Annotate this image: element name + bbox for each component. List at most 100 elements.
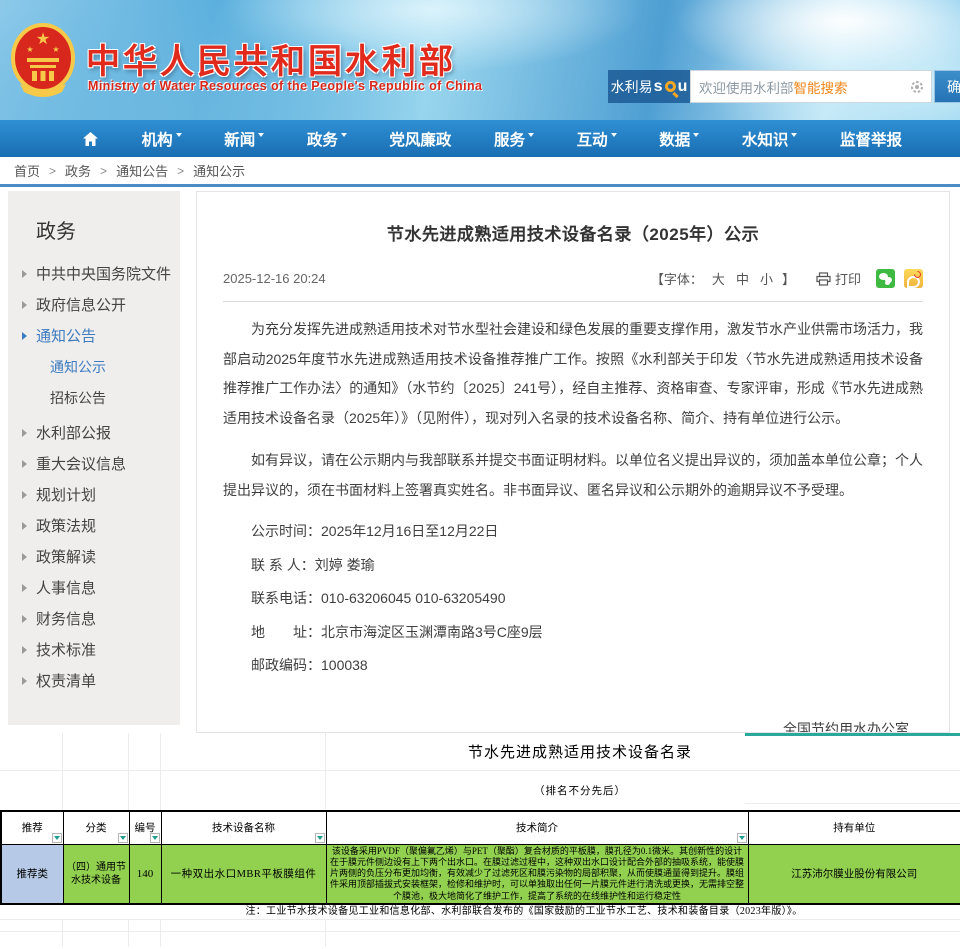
filter-icon[interactable] [118,833,128,843]
filter-icon[interactable] [315,833,325,843]
publish-date: 2025-12-16 20:24 [223,271,326,286]
sidebar-item-info-disclosure[interactable]: 政府信息公开 [8,289,180,320]
attachment-subtitle: （排名不分先后） [0,777,960,807]
triangle-icon [22,677,27,685]
breadcrumb-govaffairs[interactable]: 政务 [65,161,91,180]
contact-phone: 联系电话：010-63206045 010-63205490 [223,584,923,614]
col-header-number: 编号 [129,811,161,844]
filter-icon[interactable] [150,833,160,843]
col-header-recommend: 推荐 [1,811,63,844]
cell-holder: 江苏沛尔膜业股份有限公司 [748,844,960,904]
filter-icon[interactable] [737,833,747,843]
col-header-intro: 技术简介 [326,811,748,844]
nav-item-data[interactable]: 数据 [659,128,699,150]
breadcrumb-announcements[interactable]: 通知公示 [193,161,245,180]
triangle-icon [22,584,27,592]
gear-icon[interactable] [910,80,924,94]
sidebar: 政务 中共中央国务院文件 政府信息公开 通知公告 通知公示 招标公告 水利部公报… [8,191,180,725]
chevron-down-icon [176,133,182,137]
chevron-down-icon [341,133,347,137]
table-header-row: 推荐 分类 编号 技术设备名称 技术简介 持有单位 [1,811,960,844]
cell-intro: 该设备采用PVDF（聚偏氟乙烯）与PET（聚酯）复合材质的平板膜，膜孔径为0.1… [326,844,748,904]
font-size-small[interactable]: 小 [758,269,775,288]
attachment-preview[interactable]: 节水先进成熟适用技术设备名录 （排名不分先后） 推荐 分类 编号 技术设备名称 … [0,733,960,947]
triangle-icon [22,646,27,654]
triangle-icon [22,491,27,499]
svg-text:★: ★ [36,31,50,48]
weibo-share-icon[interactable] [904,269,923,288]
sidebar-item-finance[interactable]: 财务信息 [8,603,180,634]
search-input[interactable]: 欢迎使用水利部 智能搜索 [690,70,932,103]
article-panel: 节水先进成熟适用技术设备名录（2025年）公示 2025-12-16 20:24… [196,191,950,733]
col-header-category: 分类 [63,811,129,844]
font-size-large[interactable]: 大 [710,269,727,288]
triangle-icon [22,522,27,530]
site-banner: ★ ★ ★ 中华人民共和国水利部 Ministry of Water Resou… [0,0,960,120]
search-brand: 水利易 s u [608,70,690,103]
nav-item-party[interactable]: 党风廉政 [389,128,451,150]
font-size-medium[interactable]: 中 [734,269,751,288]
cell-name: 一种双出水口MBR平板膜组件 [161,844,326,904]
sidebar-item-notices[interactable]: 通知公告 [8,320,180,351]
sidebar-title: 政务 [8,205,180,258]
sidebar-item-standards[interactable]: 技术标准 [8,634,180,665]
search-brand-text: 水利易 [611,77,653,97]
sidebar-item-central-docs[interactable]: 中共中央国务院文件 [8,258,180,289]
triangle-icon [22,460,27,468]
breadcrumb: 首页 > 政务 > 通知公告 > 通知公示 [0,157,960,187]
sidebar-subitem-announcements[interactable]: 通知公示 [8,351,180,382]
main-area: 政务 中共中央国务院文件 政府信息公开 通知公告 通知公示 招标公告 水利部公报… [0,187,960,733]
nav-item-knowledge[interactable]: 水知识 [742,128,798,150]
triangle-icon [22,429,27,437]
nav-item-orgs[interactable]: 机构 [142,128,182,150]
col-header-holder: 持有单位 [748,811,960,844]
sidebar-subitem-bidding[interactable]: 招标公告 [8,382,180,413]
nav-home[interactable] [82,131,99,147]
contact-person: 联 系 人：刘婷 娄瑜 [223,551,923,581]
national-emblem-icon: ★ ★ ★ [10,22,76,100]
cell-category: （四）通用节水技术设备 [63,844,129,904]
triangle-icon [22,301,27,309]
triangle-icon [22,615,27,623]
table-row: 推荐类 （四）通用节水技术设备 140 一种双出水口MBR平板膜组件 该设备采用… [1,844,960,904]
sidebar-item-meetings[interactable]: 重大会议信息 [8,448,180,479]
chevron-down-icon [528,133,534,137]
search-submit-button[interactable]: 确定 [934,70,960,103]
filter-icon[interactable] [52,833,62,843]
attachment-note: 注：工业节水技术设备见工业和信息化部、水利部联合发布的《国家鼓励的工业节水工艺、… [0,902,960,917]
sidebar-item-plans[interactable]: 规划计划 [8,479,180,510]
cell-recommend: 推荐类 [1,844,63,904]
sidebar-item-interpretation[interactable]: 政策解读 [8,541,180,572]
article-body: 为充分发挥先进成熟适用技术对节水型社会建设和绿色发展的重要支撑作用，激发节水产业… [223,315,923,733]
attachment-table: 推荐 分类 编号 技术设备名称 技术简介 持有单位 推荐类 （四）通用节水技术设… [0,810,960,905]
signature-office: 全国节约用水办公室 [223,713,909,734]
sidebar-item-policies[interactable]: 政策法规 [8,510,180,541]
contact-address: 地 址：北京市海淀区玉渊潭南路3号C座9层 [223,618,923,648]
wechat-share-icon[interactable] [876,269,895,288]
print-button[interactable]: 打印 [816,269,861,288]
nav-item-govaffairs[interactable]: 政务 [307,128,347,150]
breadcrumb-notices[interactable]: 通知公告 [116,161,168,180]
sidebar-item-personnel[interactable]: 人事信息 [8,572,180,603]
chevron-down-icon [791,133,797,137]
triangle-icon [22,553,27,561]
breadcrumb-home[interactable]: 首页 [14,161,40,180]
nav-item-services[interactable]: 服务 [494,128,534,150]
page-title: 节水先进成熟适用技术设备名录（2025年）公示 [223,220,923,245]
cell-number: 140 [129,844,161,904]
attachment-title: 节水先进成熟适用技术设备名录 [0,733,960,770]
nav-item-report[interactable]: 监督举报 [840,128,902,150]
sidebar-item-responsibilities[interactable]: 权责清单 [8,665,180,696]
article-meta: 2025-12-16 20:24 【字体： 大 中 小 】 打印 [223,269,923,302]
svg-text:★: ★ [26,45,33,54]
magnifier-icon [665,81,676,92]
site-title: 中华人民共和国水利部 [86,34,456,83]
nav-item-interact[interactable]: 互动 [577,128,617,150]
site-subtitle: Ministry of Water Resources of the Peopl… [88,79,482,93]
search-bar: 水利易 s u 欢迎使用水利部 智能搜索 确定 [608,70,960,103]
triangle-icon [22,270,27,278]
nav-item-news[interactable]: 新闻 [224,128,264,150]
printer-icon [816,272,831,286]
main-nav: 机构 新闻 政务 党风廉政 服务 互动 数据 水知识 监督举报 [0,120,960,157]
sidebar-item-gazette[interactable]: 水利部公报 [8,417,180,448]
